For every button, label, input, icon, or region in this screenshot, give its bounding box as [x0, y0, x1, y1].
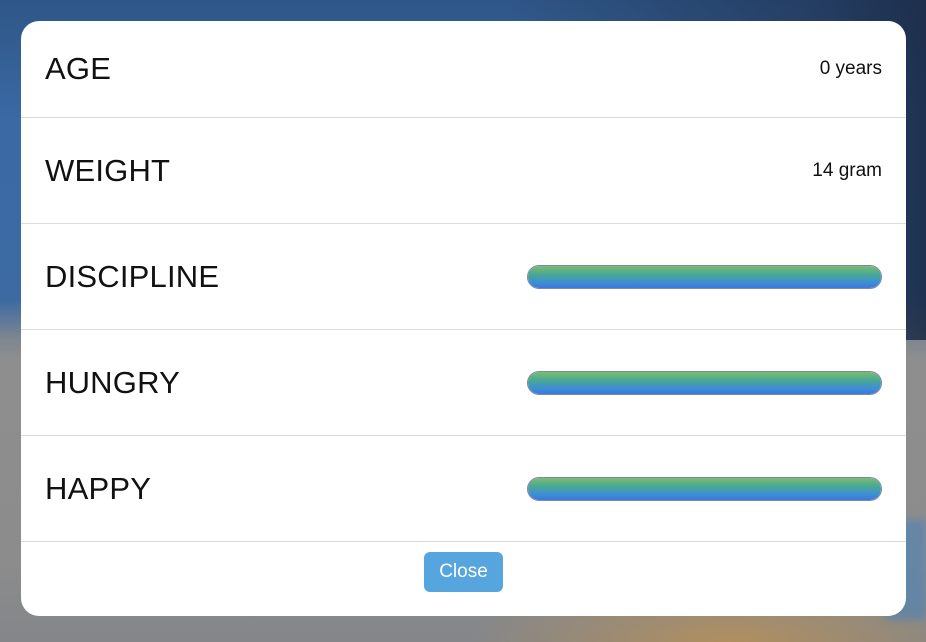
- modal-footer: Close: [21, 543, 906, 616]
- stat-row-weight: WEIGHT 14 gram: [21, 118, 906, 224]
- discipline-meter-fill: [528, 265, 881, 288]
- happy-meter: [527, 476, 882, 501]
- stat-label-hungry: HUNGRY: [45, 364, 180, 400]
- close-button[interactable]: Close: [424, 552, 503, 592]
- stat-row-hungry: HUNGRY: [21, 330, 906, 436]
- stat-label-discipline: DISCIPLINE: [45, 258, 220, 294]
- hungry-meter: [527, 370, 882, 395]
- stat-label-weight: WEIGHT: [45, 152, 171, 188]
- stat-row-age: AGE 0 years: [21, 21, 906, 118]
- stat-row-happy: HAPPY: [21, 436, 906, 542]
- stats-modal: AGE 0 years WEIGHT 14 gram DISCIPLINE HU…: [21, 21, 906, 616]
- stat-value-weight: 14 gram: [812, 159, 882, 181]
- discipline-meter: [527, 264, 882, 289]
- stat-label-happy: HAPPY: [45, 470, 152, 506]
- stat-value-age: 0 years: [819, 58, 882, 79]
- happy-meter-fill: [528, 477, 881, 500]
- stat-row-discipline: DISCIPLINE: [21, 224, 906, 330]
- hungry-meter-fill: [528, 371, 881, 394]
- stat-label-age: AGE: [45, 51, 112, 86]
